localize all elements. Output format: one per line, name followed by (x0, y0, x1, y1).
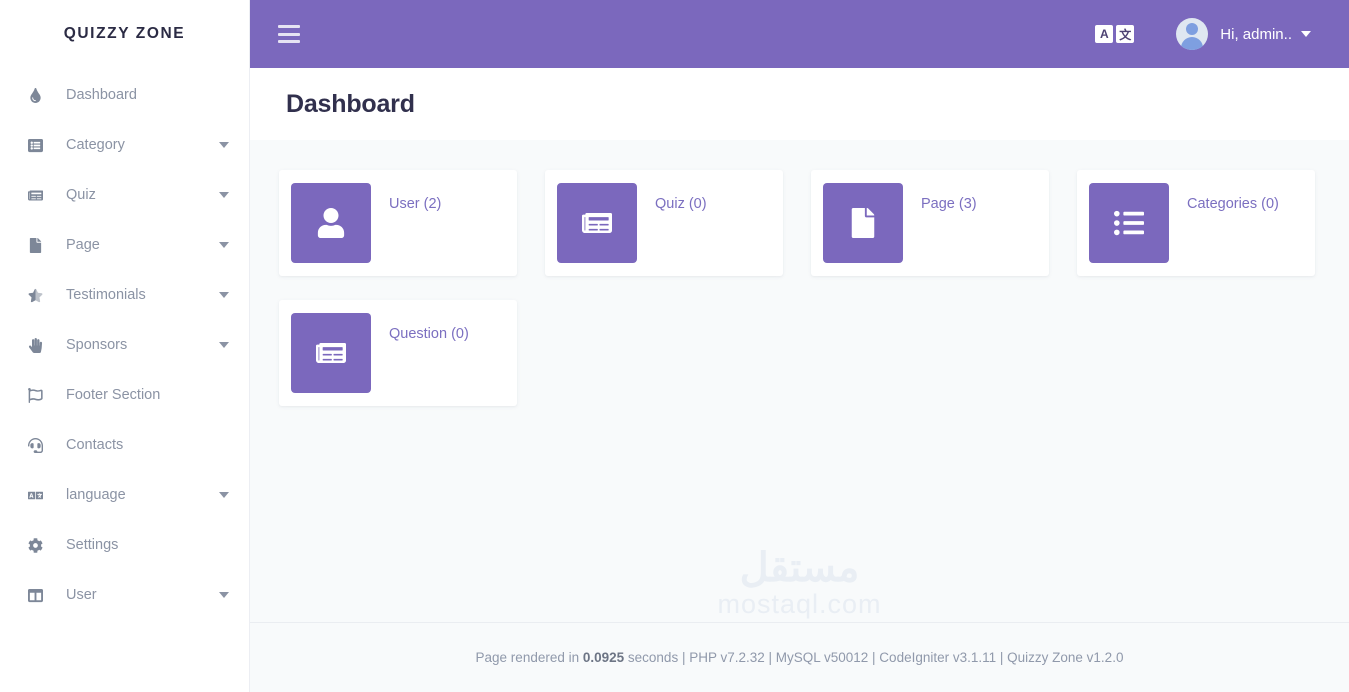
app-root: QUIZZY ZONE Dashboard Category Quiz Page… (0, 0, 1349, 692)
stat-card-grid: User (2) Quiz (0) Page (3) Categories (0… (279, 170, 1320, 430)
watermark-latin: mostaql.com (717, 589, 882, 620)
sidebar-item-label: Page (66, 236, 100, 253)
chevron-down-icon (219, 492, 229, 498)
star-half-icon (24, 284, 46, 306)
sidebar-item-label: Settings (66, 536, 119, 553)
sidebar-item-label: Testimonials (66, 286, 146, 303)
hand-icon (24, 334, 46, 356)
sidebar-item-category[interactable]: Category (0, 120, 249, 170)
sidebar-item-footer-section[interactable]: Footer Section (0, 370, 249, 420)
translate-icon[interactable]: A 文 (1095, 25, 1135, 43)
stat-card-question[interactable]: Question (0) (279, 300, 517, 406)
file-icon (24, 234, 46, 256)
page-title-bar: Dashboard (250, 68, 1349, 140)
stat-card-label: Quiz (0) (655, 196, 707, 212)
footer-render-time: 0.0925 (582, 650, 625, 665)
stat-card-user[interactable]: User (2) (279, 170, 517, 276)
sidebar-item-label: Quiz (66, 186, 96, 203)
user-menu-label: Hi, admin.. (1220, 25, 1292, 43)
sidebar-nav: Dashboard Category Quiz Page Testimonial… (0, 68, 249, 620)
sidebar-item-settings[interactable]: Settings (0, 520, 249, 570)
sidebar-item-page[interactable]: Page (0, 220, 249, 270)
list-alt-icon (24, 134, 46, 156)
newspaper-icon (557, 183, 637, 263)
avatar (1176, 18, 1209, 50)
stat-card-categories[interactable]: Categories (0) (1077, 170, 1315, 276)
stat-card-quiz[interactable]: Quiz (0) (545, 170, 783, 276)
user-menu[interactable]: Hi, admin.. (1176, 18, 1311, 50)
sidebar-item-testimonials[interactable]: Testimonials (0, 270, 249, 320)
sidebar-item-label: Category (66, 136, 125, 153)
chevron-down-icon (219, 592, 229, 598)
headset-icon (24, 434, 46, 456)
hamburger-icon[interactable] (278, 25, 300, 43)
chevron-down-icon (219, 292, 229, 298)
file-icon (823, 183, 903, 263)
page-title: Dashboard (286, 89, 415, 118)
footer-status-text: Page rendered in 0.0925 seconds | PHP v7… (476, 650, 1124, 665)
footer-bar: Page rendered in 0.0925 seconds | PHP v7… (250, 622, 1349, 692)
translate-latin-glyph: A (1095, 25, 1114, 43)
stat-card-label: Question (0) (389, 326, 469, 342)
watermark: مستقل mostaql.com (717, 548, 881, 622)
columns-icon (24, 584, 46, 606)
chevron-down-icon (219, 192, 229, 198)
stat-card-page[interactable]: Page (3) (811, 170, 1049, 276)
sidebar-item-label: Contacts (66, 436, 124, 453)
sidebar-item-sponsors[interactable]: Sponsors (0, 320, 249, 370)
chevron-down-icon (219, 242, 229, 248)
main-area: A 文 Hi, admin.. Dashboard User (2) Quiz … (250, 0, 1349, 692)
droplet-icon (24, 84, 46, 106)
user-icon (291, 183, 371, 263)
stat-card-label: Categories (0) (1187, 196, 1279, 212)
sidebar-item-label: Footer Section (66, 386, 161, 403)
watermark-arabic: مستقل (739, 546, 860, 591)
flag-icon (24, 384, 46, 406)
chevron-down-icon (219, 142, 229, 148)
language-icon (24, 484, 46, 506)
sidebar-item-language[interactable]: language (0, 470, 249, 520)
stat-card-label: Page (3) (921, 196, 977, 212)
sidebar-item-label: language (66, 486, 126, 503)
sidebar-item-label: Sponsors (66, 336, 128, 353)
gear-icon (24, 534, 46, 556)
sidebar: QUIZZY ZONE Dashboard Category Quiz Page… (0, 0, 250, 692)
sidebar-item-label: User (66, 586, 97, 603)
content-area: User (2) Quiz (0) Page (3) Categories (0… (250, 140, 1349, 622)
newspaper-icon (291, 313, 371, 393)
sidebar-item-dashboard[interactable]: Dashboard (0, 70, 249, 120)
sidebar-item-label: Dashboard (66, 86, 137, 103)
brand-logo: QUIZZY ZONE (63, 25, 186, 42)
chevron-down-icon (219, 342, 229, 348)
translate-cjk-glyph: 文 (1116, 25, 1135, 43)
chevron-down-icon (1301, 31, 1311, 37)
list-ul-icon (1089, 183, 1169, 263)
top-navbar: A 文 Hi, admin.. (250, 0, 1349, 68)
sidebar-item-user[interactable]: User (0, 570, 249, 620)
newspaper-icon (24, 184, 46, 206)
footer-prefix: Page rendered in (475, 650, 583, 665)
sidebar-item-contacts[interactable]: Contacts (0, 420, 249, 470)
sidebar-item-quiz[interactable]: Quiz (0, 170, 249, 220)
stat-card-label: User (2) (389, 196, 442, 212)
footer-suffix: seconds | PHP v7.2.32 | MySQL v50012 | C… (624, 650, 1124, 665)
